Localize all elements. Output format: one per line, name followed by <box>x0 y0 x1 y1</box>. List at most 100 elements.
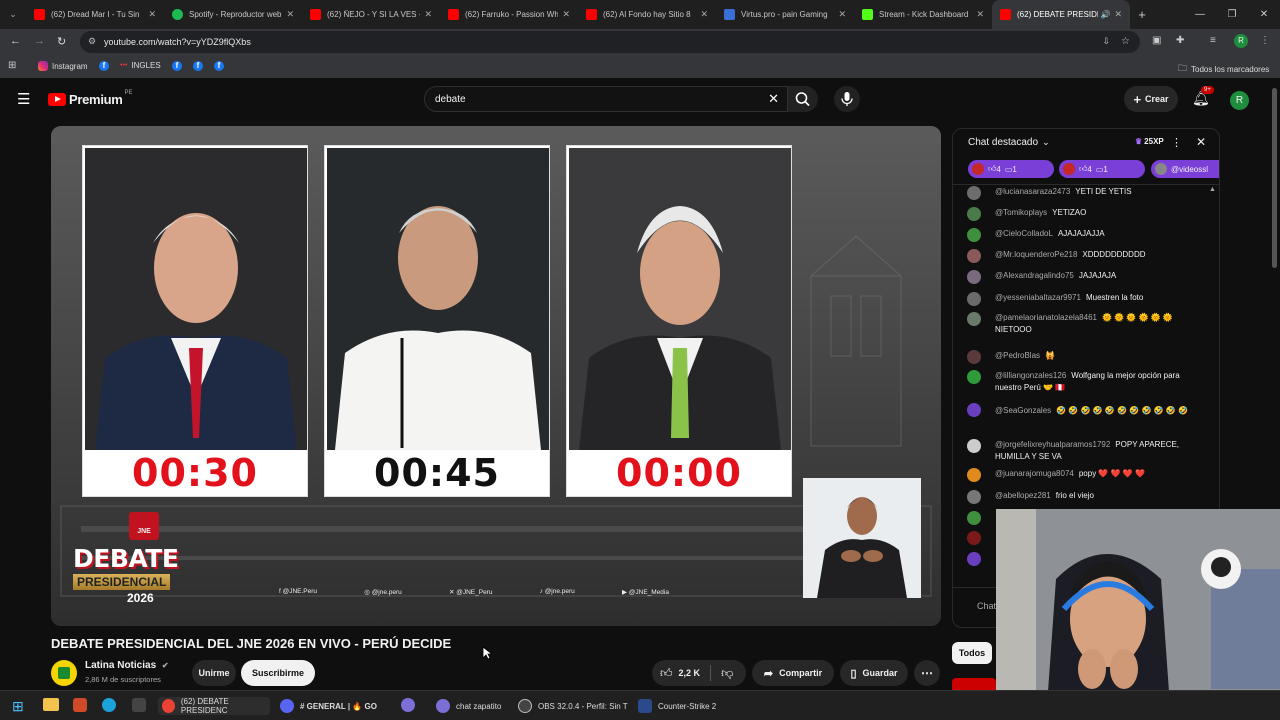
app-icon[interactable] <box>401 698 415 712</box>
chat-input[interactable]: Chat <box>977 601 996 611</box>
video-player[interactable]: 00:30 00:45 00:00 JNE DEBATE PRESIDENCIA… <box>51 126 941 626</box>
chip-filter-all[interactable]: Todos <box>952 642 992 664</box>
youtube-logo[interactable]: Premium PE <box>48 90 133 107</box>
interpreter-inset <box>803 478 921 598</box>
candidate-panel: 00:30 <box>82 145 308 497</box>
share-button[interactable]: ➦ Compartir <box>752 660 834 686</box>
profile-avatar[interactable]: R <box>1234 34 1248 48</box>
all-bookmarks[interactable]: 🗀 Todos los marcadores <box>1178 61 1269 77</box>
like-button[interactable]: 👍︎ 2,2 K <box>660 666 700 681</box>
notifications-button[interactable]: 🔔︎ 9+ <box>1192 86 1214 108</box>
taskbar-item[interactable]: (62) DEBATE PRESIDENC <box>158 697 270 715</box>
bookmark-instagram[interactable]: Instagram <box>38 61 88 71</box>
account-avatar[interactable]: R <box>1230 91 1249 110</box>
edge-icon[interactable] <box>102 698 116 712</box>
avatar <box>967 531 981 545</box>
bookmark-facebook[interactable]: f <box>193 61 203 71</box>
channel-name[interactable]: Latina Noticias ✔ <box>85 660 169 671</box>
avatar <box>967 439 981 453</box>
reload-icon[interactable]: ↻ <box>57 35 66 48</box>
bookmark-facebook[interactable]: f <box>172 61 182 71</box>
browser-tab-strip: ⌄ (62) Dread Mar I - Tu Sin ✕ Spotify - R… <box>0 0 1280 29</box>
close-icon[interactable]: ✕ <box>838 9 846 20</box>
join-button[interactable]: Unirme <box>192 660 236 686</box>
speaker-icon[interactable]: 🔊 <box>1100 10 1110 19</box>
chat-message: @juanarajomuga8074 popy ❤️ ❤️ ❤️ ❤️ <box>967 468 1217 482</box>
browser-tab[interactable]: Stream - Kick Dashboard ✕ <box>854 0 992 29</box>
close-icon[interactable]: ✕ <box>148 9 156 20</box>
taskbar-item[interactable]: Counter-Strike 2 <box>638 697 716 715</box>
dislike-button[interactable]: 👎︎ <box>721 666 733 681</box>
close-icon[interactable]: ✕ <box>562 9 570 20</box>
site-info-icon[interactable]: ⚙ <box>88 36 96 47</box>
windows-start-icon[interactable]: ⊞ <box>12 698 24 715</box>
close-icon[interactable]: ✕ <box>976 9 984 20</box>
maximize-icon[interactable]: ❐ <box>1216 9 1248 20</box>
red-chip[interactable] <box>952 678 996 690</box>
clear-search-icon[interactable]: ✕ <box>768 91 779 107</box>
media-icon[interactable]: ≡ <box>1210 35 1216 46</box>
candidate-photo <box>327 148 549 450</box>
supporter-chip[interactable]: 👍︎ 4 ▭ 1 <box>968 160 1054 178</box>
avatar <box>972 163 984 175</box>
close-chat-icon[interactable]: ✕ <box>1196 135 1206 149</box>
taskbar-item[interactable]: OBS 32.0.4 - Perfil: Sin T <box>518 697 628 715</box>
file-explorer-icon[interactable] <box>43 698 59 711</box>
more-options-icon[interactable]: ⋮ <box>1171 136 1182 149</box>
close-icon[interactable]: ✕ <box>1114 9 1122 20</box>
supporter-chip[interactable]: @videossl <box>1151 160 1219 178</box>
kick-icon <box>862 9 873 20</box>
app-icon[interactable] <box>73 698 87 712</box>
menu-icon[interactable]: ⋮ <box>1260 35 1270 46</box>
microphone-icon <box>841 92 853 106</box>
browser-tab[interactable]: Virtus.pro - pain Gaming ✕ <box>716 0 854 29</box>
bookmark-facebook[interactable]: f <box>214 61 224 71</box>
browser-tab[interactable]: (62) Dread Mar I - Tu Sin ✕ <box>26 0 164 29</box>
extensions-icon[interactable]: ▣ <box>1152 35 1161 46</box>
bookmark-facebook[interactable]: f <box>99 61 109 71</box>
avatar <box>967 468 981 482</box>
browser-tab[interactable]: (62) Farruko - Passion Wh ✕ <box>440 0 578 29</box>
back-icon[interactable]: ← <box>10 35 21 47</box>
address-bar[interactable]: ⚙ youtube.com/watch?v=yYDZ9flQXbs ⇩ ☆ <box>80 31 1140 53</box>
close-icon[interactable]: ✕ <box>424 9 432 20</box>
browser-tab[interactable]: (62) Al Fondo hay Sitio 8 ✕ <box>578 0 716 29</box>
taskbar-item[interactable]: # GENERAL | 🔥 GO <box>280 697 377 715</box>
more-actions-button[interactable]: ⋯ <box>914 660 940 686</box>
apps-grid-icon[interactable]: ⊞ <box>8 60 16 71</box>
close-icon[interactable]: ✕ <box>700 9 708 20</box>
facebook-icon: f <box>172 61 182 71</box>
avatar <box>967 403 981 417</box>
puzzle-icon[interactable]: ✚ <box>1176 35 1184 46</box>
create-button[interactable]: + Crear <box>1124 86 1178 112</box>
window-close-icon[interactable]: ✕ <box>1248 9 1280 20</box>
youtube-icon <box>310 9 321 20</box>
search-input[interactable]: debate ✕ <box>424 86 788 112</box>
tab-search-icon[interactable]: ⌄ <box>0 9 26 20</box>
xp-badge[interactable]: ♛ 25XP <box>1135 137 1164 146</box>
video-title: DEBATE PRESIDENCIAL DEL JNE 2026 EN VIVO… <box>51 636 452 651</box>
voice-search-button[interactable] <box>834 86 860 112</box>
install-icon[interactable]: ⇩ <box>1102 36 1110 47</box>
page-scrollbar[interactable] <box>1272 88 1277 268</box>
browser-tab-active[interactable]: (62) DEBATE PRESIDE 🔊 ✕ <box>992 0 1130 29</box>
taskbar-item[interactable]: chat zapatito <box>436 697 501 715</box>
store-icon[interactable] <box>132 698 146 712</box>
save-button[interactable]: ▯ Guardar <box>840 660 908 686</box>
bookmark-ingles[interactable]: ••• INGLES <box>120 61 161 70</box>
close-icon[interactable]: ✕ <box>286 9 294 20</box>
supporter-chip[interactable]: 👍︎ 4 ▭ 1 <box>1059 160 1145 178</box>
subscribe-button[interactable]: Suscribirme <box>241 660 315 686</box>
minimize-icon[interactable]: — <box>1184 9 1216 20</box>
search-button[interactable] <box>788 86 818 112</box>
chat-message: @jorgefelixreyhualparamos1792 POPY APAREC… <box>967 439 1217 463</box>
chat-mode-dropdown[interactable]: Chat destacado ⌄ <box>968 137 1050 148</box>
browser-tab[interactable]: Spotify - Reproductor web ✕ <box>164 0 302 29</box>
hamburger-menu-icon[interactable]: ☰ <box>17 90 30 108</box>
new-tab-icon[interactable]: + <box>1130 7 1154 22</box>
thumbs-up-icon: 👍︎ <box>1079 164 1088 173</box>
forward-icon[interactable]: → <box>34 35 45 47</box>
bookmark-star-icon[interactable]: ☆ <box>1121 36 1130 47</box>
browser-tab[interactable]: (62) ÑEJO - Y SI LA VES - ✕ <box>302 0 440 29</box>
channel-avatar[interactable] <box>51 660 77 686</box>
